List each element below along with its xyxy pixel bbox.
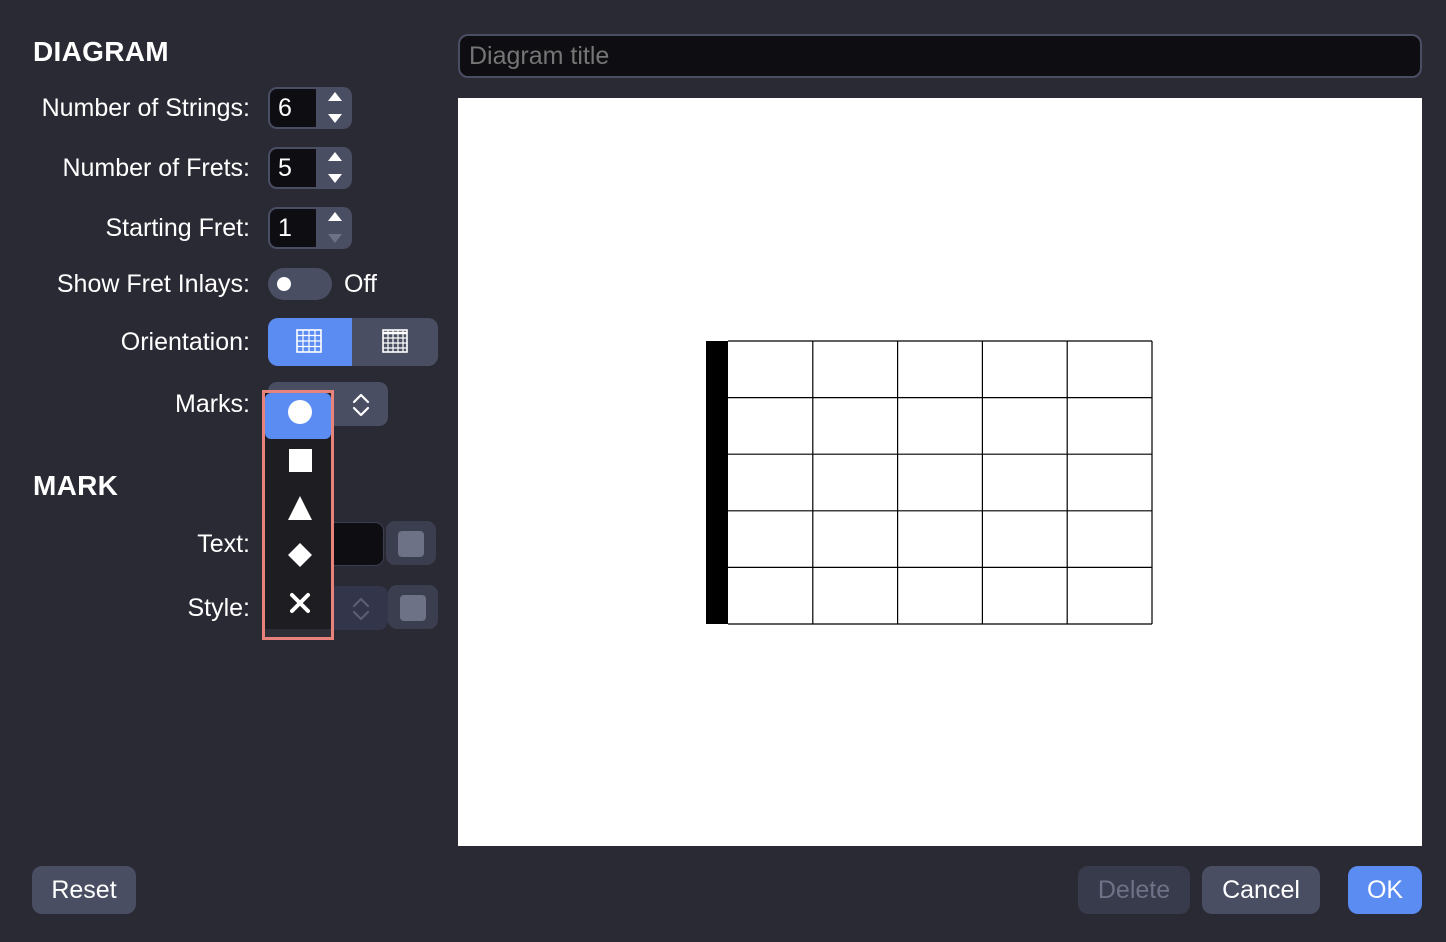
- frets-label: Number of Frets:: [62, 154, 250, 182]
- color-swatch: [398, 531, 424, 557]
- x-icon: [290, 593, 310, 613]
- color-swatch: [400, 595, 426, 621]
- marks-dropdown-menu: [262, 390, 334, 640]
- triangle-icon: [288, 496, 312, 520]
- mark-option-circle[interactable]: [265, 393, 331, 439]
- start-fret-label: Starting Fret:: [105, 214, 251, 242]
- fretboard-grid: [706, 340, 1153, 625]
- arrow-down-icon: [328, 114, 342, 123]
- nut: [706, 341, 728, 624]
- arrow-down-icon: [328, 234, 342, 243]
- frets-value[interactable]: 5: [270, 149, 316, 187]
- mark-option-triangle[interactable]: [265, 487, 331, 533]
- start-fret-increment-button[interactable]: [318, 207, 352, 228]
- toggle-knob: [277, 277, 291, 291]
- mark-heading: MARK: [33, 470, 119, 501]
- arrow-up-icon: [328, 152, 342, 161]
- strings-label: Number of Strings:: [41, 94, 250, 122]
- strings-value[interactable]: 6: [270, 89, 316, 127]
- diagram-preview: [458, 98, 1422, 846]
- start-fret-value[interactable]: 1: [270, 209, 316, 247]
- diagram-heading: DIAGRAM: [33, 36, 169, 67]
- arrow-up-icon: [328, 212, 342, 221]
- orientation-label: Orientation:: [120, 328, 250, 356]
- diamond-icon: [288, 543, 312, 567]
- grid-horizontal-icon: [296, 329, 322, 353]
- strings-stepper[interactable]: 6: [268, 87, 352, 129]
- strings-increment-button[interactable]: [318, 87, 352, 108]
- delete-button: Delete: [1078, 866, 1190, 914]
- mark-text-label: Text:: [197, 530, 250, 558]
- frets-increment-button[interactable]: [318, 147, 352, 168]
- diagram-title-input[interactable]: [458, 34, 1422, 78]
- mark-style-label: Style:: [187, 594, 250, 622]
- mark-text-color-button[interactable]: [386, 521, 436, 565]
- arrow-down-icon: [328, 174, 342, 183]
- chevron-up-down-icon: [352, 597, 370, 621]
- orientation-vertical-button[interactable]: [354, 318, 438, 366]
- reset-button[interactable]: Reset: [32, 866, 136, 914]
- grid-vertical-icon: [382, 329, 408, 353]
- mark-style-color-button[interactable]: [388, 585, 438, 629]
- ok-button[interactable]: OK: [1348, 866, 1422, 914]
- chevron-up-down-icon: [352, 393, 370, 417]
- mark-option-diamond[interactable]: [265, 535, 331, 581]
- start-fret-stepper[interactable]: 1: [268, 207, 352, 249]
- frets-stepper[interactable]: 5: [268, 147, 352, 189]
- orientation-segmented-control[interactable]: [268, 318, 438, 366]
- menu-bottom-edge: [265, 629, 331, 637]
- mark-option-x[interactable]: [265, 583, 331, 629]
- inlays-state: Off: [344, 270, 377, 298]
- arrow-up-icon: [328, 92, 342, 101]
- inlays-label: Show Fret Inlays:: [56, 270, 250, 298]
- inlays-toggle[interactable]: [268, 268, 332, 300]
- square-icon: [289, 449, 312, 472]
- frets-decrement-button[interactable]: [318, 168, 352, 189]
- orientation-horizontal-button[interactable]: [268, 318, 352, 366]
- start-fret-decrement-button: [318, 228, 352, 249]
- marks-label: Marks:: [175, 390, 250, 418]
- mark-option-square[interactable]: [265, 439, 331, 485]
- circle-icon: [288, 400, 312, 424]
- strings-decrement-button[interactable]: [318, 108, 352, 129]
- cancel-button[interactable]: Cancel: [1202, 866, 1320, 914]
